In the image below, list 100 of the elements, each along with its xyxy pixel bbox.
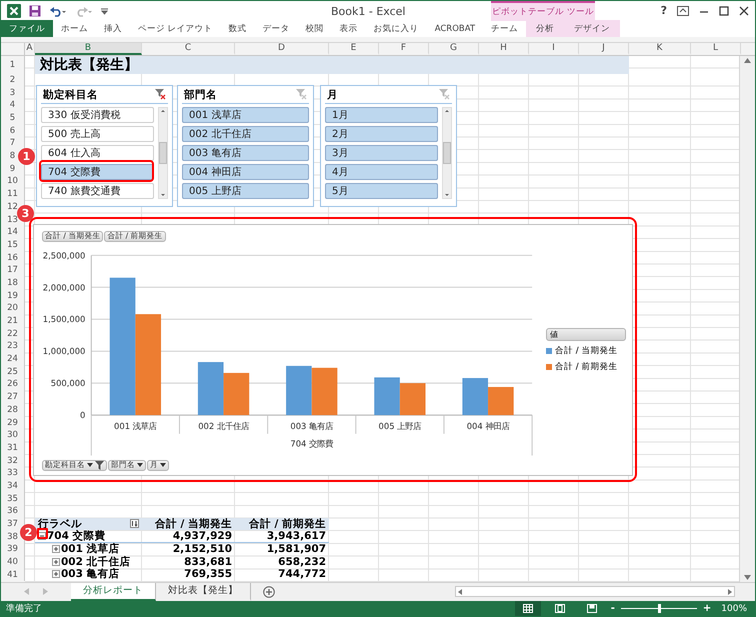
- row-number[interactable]: 29: [7, 418, 18, 428]
- slicer-item[interactable]: 3月: [325, 144, 438, 161]
- row-number[interactable]: 36: [7, 506, 18, 516]
- row-number[interactable]: 33: [7, 468, 18, 478]
- save-icon[interactable]: [29, 4, 41, 17]
- row-number[interactable]: 7: [10, 138, 16, 148]
- ribbon-tab[interactable]: 校閲: [298, 20, 332, 37]
- scroll-right-icon[interactable]: [728, 588, 732, 595]
- ribbon-tab[interactable]: チーム: [483, 20, 526, 37]
- ribbon-tab[interactable]: お気に入り: [366, 20, 427, 37]
- row-number[interactable]: 32: [7, 456, 18, 466]
- ribbon-tab[interactable]: 分析: [526, 20, 564, 37]
- row-number[interactable]: 4: [10, 100, 16, 110]
- ribbon-tab[interactable]: データ: [254, 20, 298, 37]
- scroll-thumb[interactable]: [159, 142, 167, 164]
- row-number[interactable]: 39: [7, 544, 18, 554]
- scrollbar[interactable]: [158, 106, 168, 199]
- ribbon-tab[interactable]: ホーム: [53, 20, 96, 37]
- scroll-down-icon[interactable]: [444, 192, 450, 198]
- maximize-icon[interactable]: [719, 6, 729, 16]
- expand-icon[interactable]: [52, 570, 60, 578]
- slicer-item[interactable]: 005 上野店: [182, 182, 309, 199]
- ribbon-tab[interactable]: デザイン: [564, 20, 620, 37]
- row-number[interactable]: 12: [7, 202, 18, 212]
- row-number[interactable]: 14: [7, 227, 18, 238]
- row-number[interactable]: 27: [7, 392, 18, 402]
- slicer-item[interactable]: 004 神田店: [182, 164, 309, 180]
- row-number[interactable]: 25: [7, 366, 18, 377]
- row-number[interactable]: 5: [10, 113, 16, 124]
- row-number[interactable]: 19: [7, 290, 18, 301]
- row-number[interactable]: 15: [7, 240, 18, 250]
- slicer-item[interactable]: 1月: [325, 106, 438, 123]
- row-number[interactable]: 41: [7, 570, 18, 580]
- column-header[interactable]: F: [379, 42, 429, 55]
- ribbon-tab[interactable]: ファイル: [1, 20, 53, 37]
- scroll-down-icon[interactable]: [160, 192, 166, 198]
- row-number[interactable]: 30: [7, 430, 18, 440]
- slicer-item[interactable]: 003 亀有店: [182, 144, 309, 161]
- column-header[interactable]: L: [691, 42, 741, 55]
- expand-icon[interactable]: [52, 544, 60, 553]
- slicer-item[interactable]: 500 売上高: [41, 126, 154, 142]
- slicer-item[interactable]: 001 浅草店: [182, 106, 309, 123]
- row-number[interactable]: 35: [7, 494, 18, 504]
- ribbon-tab[interactable]: 数式: [220, 20, 255, 37]
- slicer-item[interactable]: 704 交際費: [41, 164, 154, 180]
- column-header[interactable]: I: [529, 42, 579, 55]
- row-number[interactable]: 37: [7, 519, 18, 530]
- slicer-item[interactable]: 740 旅費交通費: [41, 182, 154, 199]
- row-number[interactable]: 26: [7, 379, 18, 390]
- row-number[interactable]: 24: [7, 354, 18, 364]
- ribbon-tab[interactable]: 表示: [332, 20, 366, 37]
- undo-icon[interactable]: [49, 4, 67, 17]
- row-number[interactable]: 16: [7, 252, 18, 263]
- row-number[interactable]: 9: [10, 164, 16, 174]
- scroll-left-icon[interactable]: [458, 588, 462, 595]
- column-header[interactable]: B: [35, 42, 142, 55]
- row-number[interactable]: 28: [7, 404, 18, 415]
- ribbon-display-icon[interactable]: [677, 6, 689, 16]
- row-number[interactable]: 23: [7, 341, 18, 352]
- help-button[interactable]: ?: [660, 4, 667, 18]
- column-header[interactable]: K: [629, 42, 691, 55]
- column-header[interactable]: C: [142, 42, 235, 55]
- row-number[interactable]: 31: [7, 442, 18, 453]
- scroll-up-icon[interactable]: [160, 108, 166, 114]
- sheet-tab[interactable]: 分析レポート: [71, 582, 156, 601]
- horizontal-scrollbar[interactable]: [455, 586, 735, 598]
- row-number[interactable]: 38: [7, 532, 18, 542]
- row-number[interactable]: 3: [10, 88, 16, 98]
- zoom-out-button[interactable]: -: [610, 603, 615, 614]
- row-number[interactable]: 40: [7, 557, 18, 568]
- row-number[interactable]: 2: [10, 74, 16, 85]
- normal-view-button[interactable]: [514, 601, 541, 616]
- ribbon-tab[interactable]: ACROBAT: [426, 20, 484, 37]
- column-header[interactable]: D: [235, 42, 329, 55]
- slicer-item[interactable]: 002 北千住店: [182, 126, 309, 142]
- column-header[interactable]: G: [429, 42, 479, 55]
- column-header[interactable]: H: [479, 42, 529, 55]
- clear-filter-icon[interactable]: [155, 89, 166, 100]
- slicer-item[interactable]: 330 仮受消費税: [41, 106, 154, 123]
- column-header[interactable]: J: [579, 42, 629, 55]
- row-number[interactable]: 6: [10, 126, 16, 136]
- column-header[interactable]: E: [329, 42, 379, 55]
- scroll-thumb[interactable]: [443, 142, 451, 164]
- slicer-item[interactable]: 4月: [325, 164, 438, 180]
- zoom-in-button[interactable]: +: [702, 603, 712, 614]
- scroll-up-icon[interactable]: [444, 108, 450, 114]
- row-number[interactable]: 11: [7, 189, 18, 200]
- slicer-item[interactable]: 5月: [325, 182, 438, 199]
- row-number[interactable]: 13: [7, 214, 18, 225]
- expand-icon[interactable]: [52, 558, 60, 566]
- ribbon-tab[interactable]: ページ レイアウト: [130, 20, 221, 37]
- slider-thumb[interactable]: [658, 604, 661, 613]
- row-number[interactable]: 1: [10, 60, 16, 70]
- row-number[interactable]: 17: [7, 265, 18, 276]
- scrollbar[interactable]: [442, 106, 452, 199]
- slicer-item[interactable]: 604 仕入高: [41, 144, 154, 161]
- row-number[interactable]: 22: [7, 328, 18, 339]
- row-number[interactable]: 20: [7, 303, 18, 314]
- close-icon[interactable]: [739, 6, 749, 16]
- row-number[interactable]: 18: [7, 278, 18, 288]
